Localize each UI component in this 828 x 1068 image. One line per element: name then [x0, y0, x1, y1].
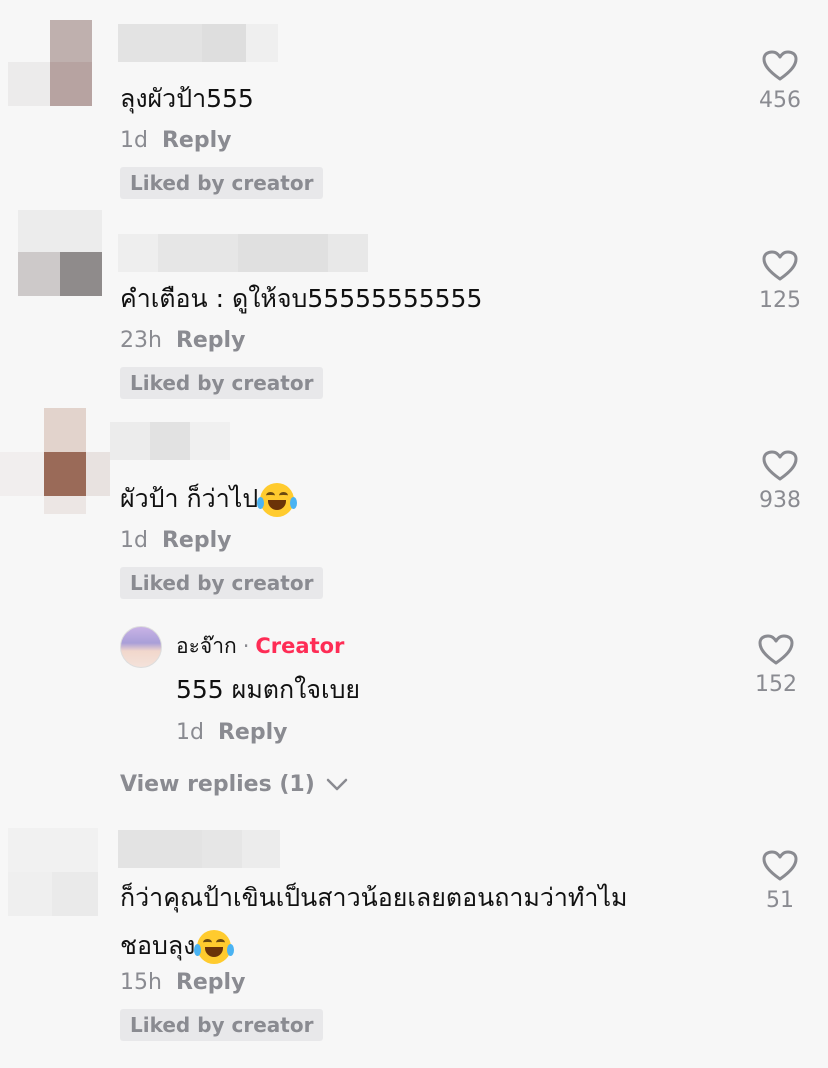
- reply-button[interactable]: Reply: [176, 328, 246, 353]
- creator-reply: อะจ๊าก · Creator 555 ผมตกใจเบย 1d Reply 152: [0, 600, 828, 760]
- heart-outline-icon[interactable]: [758, 634, 794, 666]
- separator-dot: ·: [242, 634, 250, 658]
- liked-by-creator-badge: Liked by creator: [120, 1009, 324, 1041]
- like-count: 456: [759, 88, 801, 113]
- comment-3: ผัวป้า ก็ว่าไป 1d Reply Liked by creator …: [0, 400, 828, 600]
- avatar-blurred[interactable]: [18, 210, 102, 296]
- comment-text-line-2: ชอบลุง: [120, 931, 196, 960]
- comment-text: ผัวป้า ก็ว่าไป: [120, 475, 298, 523]
- liked-by-creator-badge: Liked by creator: [120, 567, 324, 599]
- heart-outline-icon[interactable]: [762, 250, 798, 282]
- timestamp: 23h: [120, 328, 162, 353]
- heart-outline-icon[interactable]: [762, 50, 798, 82]
- like-button[interactable]: 51: [740, 850, 820, 913]
- timestamp: 1d: [176, 720, 204, 745]
- like-button[interactable]: 456: [740, 50, 820, 113]
- timestamp: 1d: [120, 528, 148, 553]
- creator-tag: Creator: [255, 634, 345, 658]
- reply-meta: 1d Reply: [176, 720, 287, 745]
- comment-meta: 15h Reply: [120, 970, 245, 995]
- comment-meta: 1d Reply: [120, 128, 231, 153]
- comment-1: ลุงผัวป้า555 1d Reply Liked by creator 45…: [0, 0, 828, 200]
- liked-by-creator-badge: Liked by creator: [120, 167, 324, 199]
- comment-text: ลุงผัวป้า555: [120, 84, 254, 113]
- like-button[interactable]: 125: [740, 250, 820, 313]
- face-with-tears-of-joy-icon: [257, 483, 298, 517]
- creator-username[interactable]: อะจ๊าก: [176, 634, 237, 658]
- like-button[interactable]: 152: [736, 634, 816, 697]
- comment-text-line-1: ก็ว่าคุณป้าเขินเป็นสาวน้อยเลยตอนถามว่าทำ…: [120, 883, 628, 912]
- reply-button[interactable]: Reply: [162, 128, 232, 153]
- comment-4: ก็ว่าคุณป้าเขินเป็นสาวน้อยเลยตอนถามว่าทำ…: [0, 820, 828, 1068]
- timestamp: 15h: [120, 970, 162, 995]
- avatar-blurred[interactable]: [0, 408, 110, 514]
- comment-2: คำเตือน : ดูให้จบ55555555555 23h Reply Li…: [0, 200, 828, 400]
- like-count: 152: [755, 672, 797, 697]
- comment-text: คำเตือน : ดูให้จบ55555555555: [120, 284, 483, 313]
- reply-button[interactable]: Reply: [162, 528, 232, 553]
- liked-by-creator-badge: Liked by creator: [120, 367, 324, 399]
- view-replies-label: View replies (1): [120, 772, 315, 797]
- like-count: 51: [766, 888, 794, 913]
- heart-outline-icon[interactable]: [762, 850, 798, 882]
- reply-text: 555 ผมตกใจเบย: [176, 675, 361, 704]
- reply-button[interactable]: Reply: [218, 720, 288, 745]
- avatar-blurred[interactable]: [8, 20, 98, 106]
- heart-outline-icon[interactable]: [762, 450, 798, 482]
- avatar-blurred[interactable]: [8, 828, 98, 916]
- face-with-tears-of-joy-icon: [194, 930, 235, 964]
- creator-name-row: อะจ๊าก · Creator: [176, 630, 344, 663]
- like-button[interactable]: 938: [740, 450, 820, 513]
- comment-text: ก็ว่าคุณป้าเขินเป็นสาวน้อยเลยตอนถามว่าทำ…: [120, 874, 628, 970]
- username-blurred[interactable]: [118, 830, 280, 868]
- like-count: 125: [759, 288, 801, 313]
- reply-button[interactable]: Reply: [176, 970, 246, 995]
- comment-meta: 1d Reply: [120, 528, 231, 553]
- username-blurred[interactable]: [118, 24, 278, 62]
- username-blurred[interactable]: [110, 422, 230, 460]
- chevron-down-icon: [327, 778, 348, 791]
- comment-text-content: ผัวป้า ก็ว่าไป: [120, 484, 259, 513]
- timestamp: 1d: [120, 128, 148, 153]
- view-replies-button[interactable]: View replies (1): [120, 772, 348, 797]
- creator-avatar[interactable]: [120, 626, 162, 668]
- comment-meta: 23h Reply: [120, 328, 245, 353]
- like-count: 938: [759, 488, 801, 513]
- username-blurred[interactable]: [118, 234, 368, 272]
